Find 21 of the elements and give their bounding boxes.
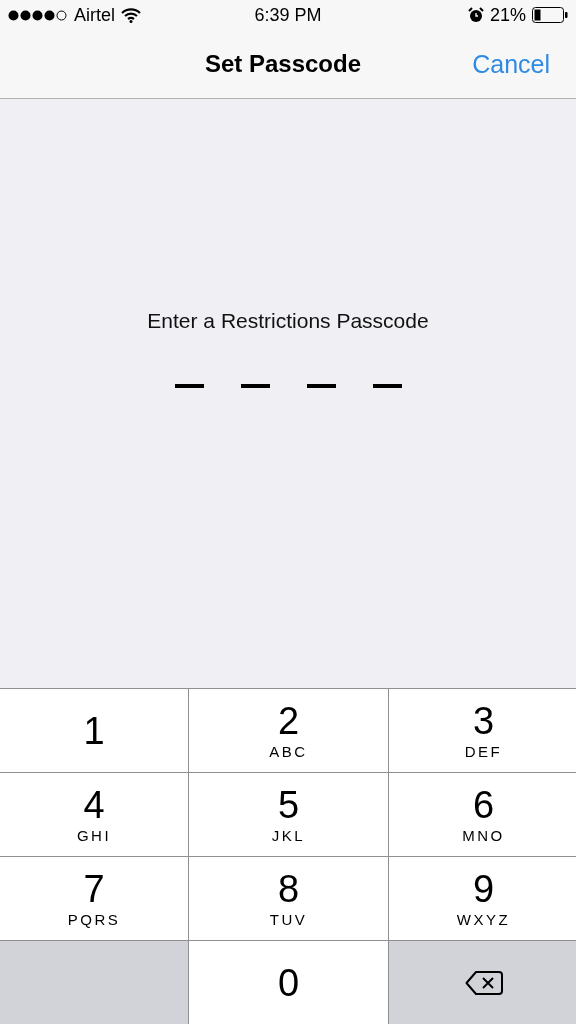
keypad-key[interactable]: 0 [189,941,388,1024]
backspace-icon [464,969,503,996]
keypad-key[interactable]: 2 ABC [189,689,388,772]
signal-icon [8,9,68,21]
keypad-key[interactable]: 6 MNO [389,773,576,856]
keypad-key[interactable]: 5 JKL [189,773,388,856]
wifi-icon [121,7,141,23]
keypad-key[interactable]: 3 DEF [389,689,576,772]
keypad-key[interactable]: 9 WXYZ [389,857,576,940]
delete-key[interactable] [389,941,576,1024]
keypad-key[interactable]: 4 GHI [0,773,188,856]
battery-percent: 21% [489,4,526,26]
keypad-key[interactable]: 7 PQRS [0,857,188,940]
battery-icon [532,7,568,23]
alarm-clock-icon [467,7,484,23]
carrier-name: Airtel [74,4,115,26]
keypad-key[interactable]: 1 [0,689,188,772]
nav-title: Set Passcode [204,50,362,78]
keypad-key[interactable]: 8 TUV [189,857,388,940]
passcode-prompt: Enter a Restrictions Passcode [147,309,429,333]
status-time: 6:39 PM [254,4,322,26]
